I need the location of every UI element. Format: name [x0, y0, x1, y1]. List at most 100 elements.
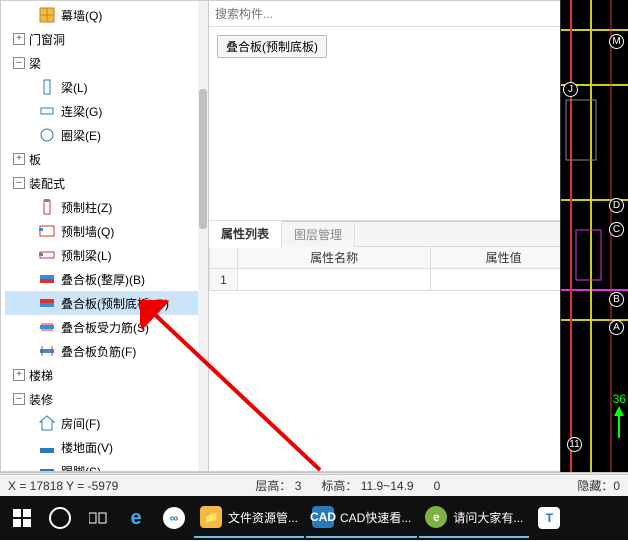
status-zero: 0 — [434, 479, 441, 493]
tree-item-prefab-column[interactable]: 预制柱(Z) — [5, 195, 208, 219]
axis-label: C — [609, 222, 624, 237]
collapse-toggle[interactable]: – — [13, 393, 25, 405]
cad-icon: CAD — [312, 506, 334, 528]
row-number: 1 — [210, 269, 238, 291]
axis-label: M — [609, 34, 624, 49]
prefab-beam-icon — [39, 247, 55, 263]
tree-label: 楼梯 — [29, 367, 53, 384]
tree-cat-stair[interactable]: + 楼梯 — [5, 363, 208, 387]
task-view-button[interactable] — [80, 498, 116, 538]
baidu-netdisk-button[interactable]: ∞ — [156, 498, 192, 538]
tree-item-floor[interactable]: 楼地面(V) — [5, 435, 208, 459]
tab-layers[interactable]: 图层管理 — [282, 222, 355, 247]
tree-cat-beam[interactable]: – 梁 — [5, 51, 208, 75]
tree-label: 门窗洞 — [29, 31, 65, 48]
cortana-button[interactable] — [42, 498, 78, 538]
tree-label: 楼地面(V) — [61, 439, 113, 456]
elev-value: 11.9~14.9 — [361, 479, 414, 493]
status-bar: X = 17818 Y = -5979 层高： 3 标高： 11.9~14.9 … — [0, 474, 628, 496]
tree-item-prefab-beam[interactable]: 预制梁(L) — [5, 243, 208, 267]
cell[interactable] — [431, 269, 577, 291]
tree-item-room[interactable]: 房间(F) — [5, 411, 208, 435]
tree-item-prefab-wall[interactable]: 预制墙(Q) — [5, 219, 208, 243]
laminated-full-icon — [39, 271, 55, 287]
component-tag[interactable]: 叠合板(预制底板) — [217, 35, 327, 58]
tab-attributes[interactable]: 属性列表 — [209, 221, 282, 248]
tree-cat-prefab[interactable]: – 装配式 — [5, 171, 208, 195]
tree-label: 圈梁(E) — [61, 127, 101, 144]
axis-label: A — [609, 320, 624, 335]
axis-value: 36 — [613, 392, 626, 406]
task-label: 文件资源管... — [228, 509, 298, 526]
tree-label: 梁 — [29, 55, 41, 72]
tree-cat-door-window[interactable]: + 门窗洞 — [5, 27, 208, 51]
windows-icon — [11, 507, 33, 529]
prefab-wall-icon — [39, 223, 55, 239]
browser-icon: e — [425, 506, 447, 528]
tree-label: 梁(L) — [61, 79, 88, 96]
status-coords: X = 17818 Y = -5979 — [8, 479, 118, 493]
expand-toggle[interactable]: + — [13, 153, 25, 165]
floor-icon — [39, 439, 55, 455]
tree-label: 装配式 — [29, 175, 65, 192]
circle-icon — [49, 507, 71, 529]
tree-item-laminated-rebar[interactable]: 叠合板受力筋(S) — [5, 315, 208, 339]
tree-scrollbar[interactable] — [198, 1, 208, 471]
cloud-icon: ∞ — [163, 507, 185, 529]
laminated-neg-rebar-icon — [39, 343, 55, 359]
axis-indicator: 36 — [613, 392, 626, 438]
tree-cat-slab[interactable]: + 板 — [5, 147, 208, 171]
col-header-name: 属性名称 — [238, 247, 431, 269]
floor-value: 3 — [295, 479, 302, 493]
tree-label: 叠合板(预制底板)(B) — [61, 295, 169, 312]
component-tree-panel: 幕墙(Q) + 门窗洞 – 梁 梁(L) 连梁(G) 圈梁(E) — [1, 1, 209, 471]
task-view-icon — [87, 507, 109, 529]
collapse-toggle[interactable]: – — [13, 177, 25, 189]
tree-label: 幕墙(Q) — [61, 7, 102, 24]
ring-beam-icon — [39, 127, 55, 143]
prefab-column-icon — [39, 199, 55, 215]
cad-viewer-task[interactable]: CAD CAD快速看... — [306, 498, 417, 538]
tree-item-beam-l[interactable]: 梁(L) — [5, 75, 208, 99]
generic-icon — [39, 463, 55, 471]
tree-label: 连梁(G) — [61, 103, 102, 120]
folder-icon: 📁 — [200, 506, 222, 528]
axis-label: J — [563, 82, 578, 97]
laminated-bottom-icon — [39, 295, 55, 311]
tree-item-lianliang[interactable]: 连梁(G) — [5, 99, 208, 123]
tree-item-laminated-bottom[interactable]: 叠合板(预制底板)(B) — [5, 291, 208, 315]
windows-taskbar: e ∞ 📁 文件资源管... CAD CAD快速看... e请问大家有... T — [0, 496, 628, 540]
tree-item-curtain-wall[interactable]: 幕墙(Q) — [5, 3, 208, 27]
beam-icon — [39, 79, 55, 95]
edge-icon: e — [125, 507, 147, 529]
axis-label: D — [609, 198, 624, 213]
browser-task[interactable]: e请问大家有... — [419, 498, 529, 538]
tree-label: 叠合板受力筋(S) — [61, 319, 149, 336]
task-label: CAD快速看... — [340, 509, 411, 526]
app-task[interactable]: T — [531, 498, 567, 538]
app-icon: T — [538, 507, 560, 529]
cad-viewport[interactable]: M J D C B A 11 36 — [560, 0, 628, 472]
coupling-beam-icon — [39, 103, 55, 119]
scrollbar-thumb[interactable] — [199, 89, 207, 229]
tree-item-quanliang[interactable]: 圈梁(E) — [5, 123, 208, 147]
tree-item-last[interactable]: 踢脚(S) — [5, 459, 208, 471]
tree-label: 装修 — [29, 391, 53, 408]
tree-label: 叠合板负筋(F) — [61, 343, 136, 360]
search-input[interactable] — [215, 3, 604, 25]
start-button[interactable] — [4, 498, 40, 538]
edge-button[interactable]: e — [118, 498, 154, 538]
laminated-rebar-icon — [39, 319, 55, 335]
cell[interactable] — [238, 269, 431, 291]
tree-label: 板 — [29, 151, 41, 168]
expand-toggle[interactable]: + — [13, 369, 25, 381]
col-header-value: 属性值 — [431, 247, 577, 269]
tree-cat-decoration[interactable]: – 装修 — [5, 387, 208, 411]
expand-toggle[interactable]: + — [13, 33, 25, 45]
tree-label: 预制梁(L) — [61, 247, 112, 264]
tree-item-laminated-neg-rebar[interactable]: 叠合板负筋(F) — [5, 339, 208, 363]
tree-item-laminated-full[interactable]: 叠合板(整厚)(B) — [5, 267, 208, 291]
explorer-task[interactable]: 📁 文件资源管... — [194, 498, 304, 538]
tree-label: 房间(F) — [61, 415, 100, 432]
collapse-toggle[interactable]: – — [13, 57, 25, 69]
